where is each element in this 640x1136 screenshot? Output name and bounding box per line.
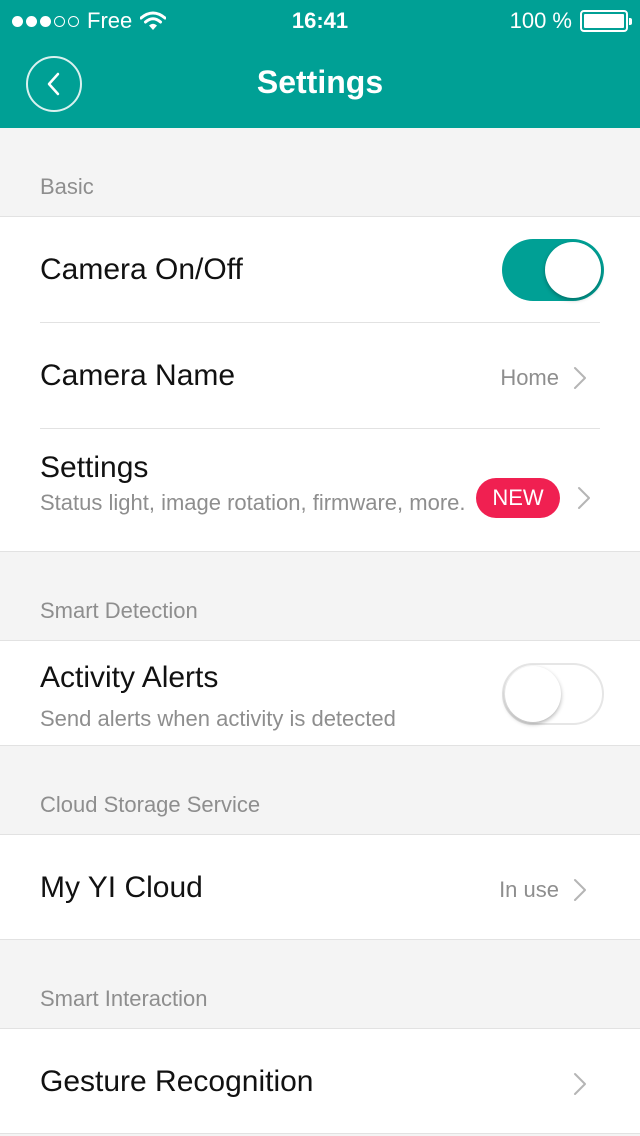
my-yi-cloud-label: My YI Cloud [40, 871, 203, 904]
basic-group: Camera On/Off Camera Name Home Settings … [0, 216, 640, 552]
camera-name-label: Camera Name [40, 359, 236, 392]
camera-name-value: Home [500, 365, 559, 390]
smart-detection-group: Activity Alerts Send alerts when activit… [0, 640, 640, 746]
chevron-right-icon [574, 879, 586, 901]
my-yi-cloud-row[interactable]: My YI Cloud In use [0, 835, 640, 939]
chevron-right-icon [574, 1073, 586, 1095]
battery-percent: 100 % [509, 8, 572, 33]
status-bar: Free 16:41 100 % [0, 0, 640, 40]
my-yi-cloud-value: In use [499, 877, 559, 902]
activity-alerts-subtitle: Send alerts when activity is detected [40, 706, 396, 731]
settings-label: Settings [40, 451, 149, 484]
section-label-basic: Basic [40, 174, 94, 199]
chevron-right-icon [578, 487, 590, 509]
settings-subtitle: Status light, image rotation, firmware, … [40, 490, 466, 515]
section-label-smart-interaction: Smart Interaction [40, 986, 208, 1011]
section-label-smart-detection: Smart Detection [40, 598, 198, 623]
activity-alerts-row: Activity Alerts Send alerts when activit… [0, 641, 640, 745]
camera-on-off-row: Camera On/Off [0, 217, 640, 322]
settings-row[interactable]: Settings Status light, image rotation, f… [0, 429, 640, 553]
battery-icon [580, 10, 632, 32]
app-header: Free 16:41 100 % Settings [0, 0, 640, 128]
activity-alerts-label: Activity Alerts [40, 661, 219, 694]
gesture-recognition-label: Gesture Recognition [40, 1065, 314, 1098]
camera-name-row[interactable]: Camera Name Home [0, 323, 640, 428]
smart-interaction-group: Gesture Recognition [0, 1028, 640, 1134]
page-title: Settings [256, 64, 384, 100]
gesture-recognition-row[interactable]: Gesture Recognition [0, 1029, 640, 1133]
status-right: 100 % [509, 8, 632, 34]
section-label-cloud-storage: Cloud Storage Service [40, 792, 261, 817]
cloud-storage-group: My YI Cloud In use [0, 834, 640, 940]
activity-alerts-toggle[interactable] [502, 663, 604, 725]
camera-on-off-label: Camera On/Off [40, 253, 243, 286]
chevron-right-icon [574, 367, 586, 389]
camera-on-off-toggle[interactable] [502, 239, 604, 301]
new-badge: NEW [476, 478, 560, 518]
